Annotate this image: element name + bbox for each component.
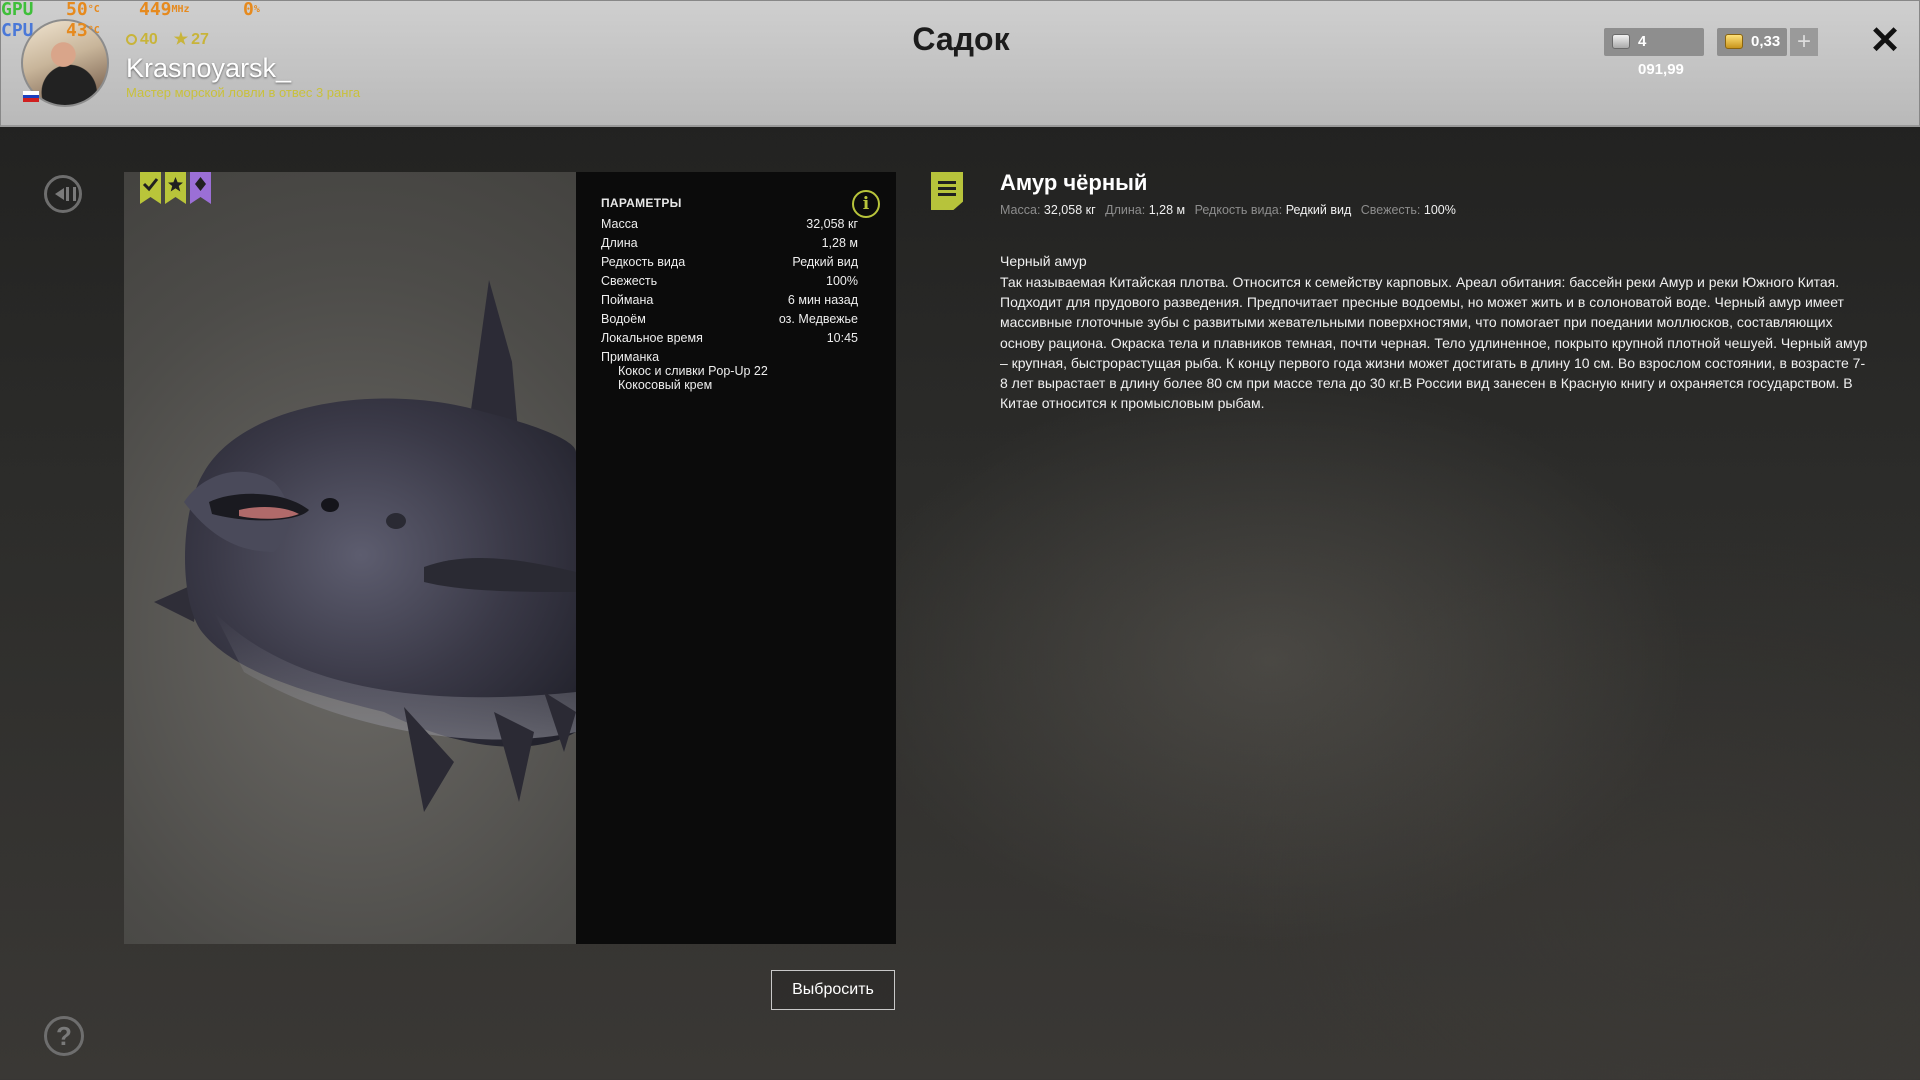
gold-balance: 0,33 bbox=[1717, 28, 1787, 56]
gpu-temp-value: 50 bbox=[66, 0, 88, 20]
bait-item: Кокосовый крем bbox=[618, 378, 713, 392]
parameters-panel: ПАРАМЕТРЫ i Масса 32,058 кг Длина 1,28 м… bbox=[576, 172, 896, 944]
meta-value: 100% bbox=[1423, 203, 1456, 217]
flag-stripe-red bbox=[23, 98, 39, 103]
black-amur-fish-image bbox=[154, 280, 576, 812]
meta-label: Масса: bbox=[1000, 203, 1041, 217]
gpu-load: 0% bbox=[243, 0, 260, 20]
param-label: Водоём bbox=[601, 312, 646, 326]
back-arrow-icon bbox=[55, 188, 64, 200]
fish-name: Амур чёрный bbox=[1000, 170, 1148, 195]
gpu-clock-value: 449 bbox=[139, 0, 172, 20]
cpu-temp: 43°C bbox=[66, 21, 100, 41]
param-value: 1,28 м bbox=[821, 236, 858, 250]
meta-label: Редкость вида: bbox=[1194, 203, 1283, 217]
param-value: 6 мин назад bbox=[787, 293, 858, 307]
param-row-caught: Поймана 6 мин назад bbox=[601, 293, 858, 311]
gpu-clock: 449MHz bbox=[139, 0, 190, 20]
gpu-load-unit: % bbox=[253, 4, 260, 15]
meta-value: 1,28 м bbox=[1148, 203, 1186, 217]
meta-label: Свежесть: bbox=[1360, 203, 1421, 217]
add-currency-button[interactable]: + bbox=[1790, 28, 1818, 56]
param-label: Длина bbox=[601, 236, 638, 250]
player-rank: Мастер морской ловли в отвес 3 ранга bbox=[126, 85, 361, 100]
description-text: Так называемая Китайская плотва. Относит… bbox=[1000, 274, 1868, 412]
parameters-title: ПАРАМЕТРЫ bbox=[601, 196, 682, 210]
gpu-temp-unit: °C bbox=[87, 4, 100, 15]
pause-bars-icon bbox=[66, 187, 76, 201]
document-icon bbox=[931, 172, 963, 210]
meta-label: Длина: bbox=[1105, 203, 1146, 217]
gpu-label: GPU bbox=[1, 0, 34, 20]
cpu-temp-unit: °C bbox=[87, 25, 100, 36]
param-row-mass: Масса 32,058 кг bbox=[601, 217, 858, 235]
back-button[interactable] bbox=[44, 175, 82, 213]
bait-label: Приманка bbox=[601, 350, 660, 364]
silver-coins-icon bbox=[1612, 34, 1630, 49]
param-row-length: Длина 1,28 м bbox=[601, 236, 858, 254]
param-label: Масса bbox=[601, 217, 638, 231]
param-row-waterbody: Водоём оз. Медвежье bbox=[601, 312, 858, 330]
gold-coins-icon bbox=[1725, 34, 1743, 49]
param-label: Свежесть bbox=[601, 274, 658, 288]
param-value: 32,058 кг bbox=[806, 217, 858, 231]
param-label: Поймана bbox=[601, 293, 654, 307]
param-row-local-time: Локальное время 10:45 bbox=[601, 331, 858, 349]
cpu-temp-value: 43 bbox=[66, 20, 88, 41]
param-label: Редкость вида bbox=[601, 255, 686, 269]
gold-amount: 0,33 bbox=[1751, 33, 1781, 50]
silver-amount: 4 091,99 bbox=[1638, 33, 1684, 78]
cpu-label: CPU bbox=[1, 20, 34, 41]
doc-line bbox=[938, 193, 956, 196]
param-label: Локальное время bbox=[601, 331, 703, 345]
help-button[interactable]: ? bbox=[44, 1016, 84, 1056]
info-icon[interactable]: i bbox=[852, 190, 880, 218]
fish-meta-line: Масса: 32,058 кг Длина: 1,28 м Редкость … bbox=[1000, 203, 1462, 217]
param-row-rarity: Редкость вида Редкий вид bbox=[601, 255, 858, 273]
param-value: 10:45 bbox=[826, 331, 858, 345]
silver-balance: 4 091,99 bbox=[1604, 28, 1704, 78]
bait-item: Кокос и сливки Pop-Up 22 bbox=[618, 364, 768, 378]
param-row-freshness: Свежесть 100% bbox=[601, 274, 858, 292]
meta-value: Редкий вид bbox=[1285, 203, 1352, 217]
param-value: Редкий вид bbox=[792, 255, 858, 269]
russia-flag-icon bbox=[23, 91, 39, 103]
param-value: 100% bbox=[826, 274, 858, 288]
fish-image-panel bbox=[124, 172, 576, 944]
performance-overlay: GPU 50°C 449MHz 0% CPU 43°C bbox=[0, 0, 300, 42]
doc-line bbox=[938, 187, 956, 190]
player-name: Krasnoyarsk_ bbox=[126, 53, 292, 83]
description-title: Черный амур bbox=[1000, 253, 1087, 269]
doc-line bbox=[938, 181, 956, 184]
param-value: оз. Медвежье bbox=[778, 312, 858, 326]
gpu-load-value: 0 bbox=[243, 0, 254, 20]
meta-value: 32,058 кг bbox=[1043, 203, 1096, 217]
discard-button[interactable]: Выбросить bbox=[771, 970, 895, 1010]
close-button[interactable]: ✕ bbox=[1865, 21, 1905, 61]
gpu-temp: 50°C bbox=[66, 0, 100, 20]
gpu-clock-unit: MHz bbox=[171, 4, 190, 15]
